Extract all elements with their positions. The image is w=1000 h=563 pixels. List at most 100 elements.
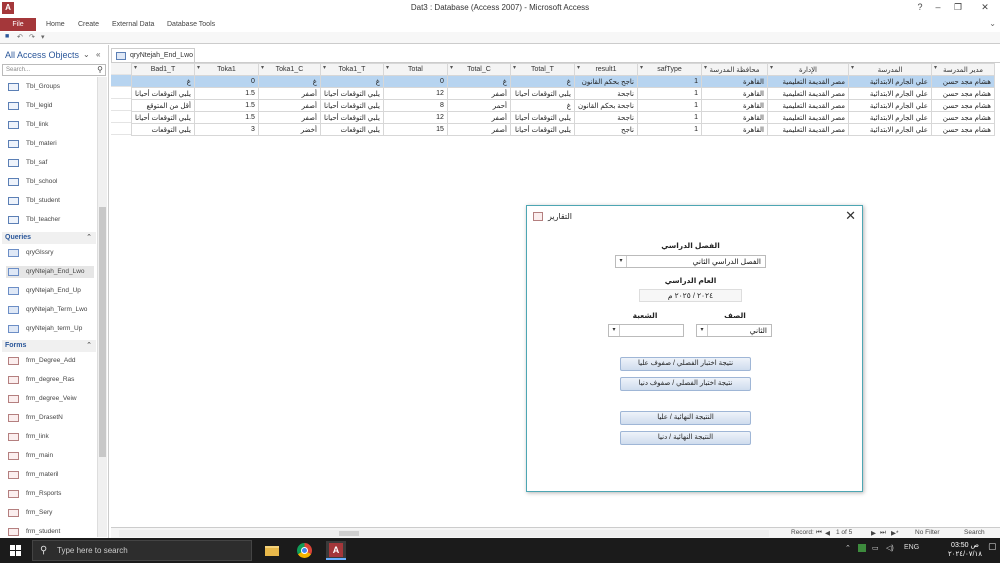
record-selector[interactable] <box>111 87 131 99</box>
customize-qat-icon[interactable]: ▾ <box>41 33 45 41</box>
horizontal-scrollbar[interactable] <box>119 530 769 537</box>
table-cell[interactable]: يلبي التوقعات <box>131 123 195 136</box>
table-row[interactable]: هشام مجد حسن علي الجارم الابتدائية مصر الق… <box>131 111 995 124</box>
table-cell[interactable]: مصر القديمة التعليمية <box>766 75 849 88</box>
record-selector[interactable] <box>111 75 131 87</box>
table-cell[interactable]: 0 <box>193 75 259 88</box>
collapse-section-icon[interactable]: ⌃ <box>86 232 92 244</box>
record-selector[interactable] <box>111 111 131 123</box>
column-filter-icon[interactable]: ▾ <box>134 65 137 71</box>
term-result-upper-button[interactable]: نتيجة اختبار الفصلي / صفوف عليا <box>620 357 751 371</box>
save-icon[interactable]: ■ <box>5 33 9 40</box>
table-cell[interactable]: يلبي التوقعات أحيانا <box>319 87 384 100</box>
table-cell[interactable]: يلبي التوقعات أحيانا <box>509 123 575 136</box>
table-cell[interactable]: ناجحة بحكم القانون <box>573 99 638 112</box>
term-result-lower-button[interactable]: نتيجة اختبار الفصلي / صفوف دنيا <box>620 377 751 391</box>
table-cell[interactable]: مصر القديمة التعليمية <box>766 111 849 124</box>
column-header[interactable]: المدرسة ▾ <box>847 63 932 76</box>
nav-table-item[interactable]: Tbl_link <box>6 119 94 131</box>
input-language[interactable]: ENG <box>904 544 919 551</box>
access-taskbar-icon[interactable]: A <box>326 541 346 560</box>
table-cell[interactable]: 1.5 <box>193 111 259 124</box>
column-filter-icon[interactable]: ▾ <box>197 65 200 71</box>
table-row[interactable]: هشام مجد حسن علي الجارم الابتدائية مصر الق… <box>131 123 995 136</box>
network-icon[interactable]: ▭ <box>872 544 879 552</box>
table-cell[interactable]: أصفر <box>257 87 321 100</box>
table-cell[interactable]: يلبي التوقعات أحيانا <box>131 87 195 100</box>
table-cell[interactable]: علي الجارم الابتدائية <box>847 123 932 136</box>
nav-query-item-active[interactable]: qryNtejah_End_Lwo <box>6 266 94 278</box>
column-header[interactable]: Toka1_T ▾ <box>319 63 384 76</box>
table-cell[interactable]: هشام مجد حسن <box>930 123 995 136</box>
table-cell[interactable]: أقل من المتوقع <box>131 99 195 112</box>
column-header[interactable]: Total_T ▾ <box>509 63 575 76</box>
nav-pane-header[interactable]: All Access Objects ⌄ « <box>0 47 109 63</box>
column-header[interactable]: Toka1 ▾ <box>193 63 259 76</box>
table-cell[interactable]: أصفر <box>257 111 321 124</box>
restore-button[interactable]: ❐ <box>948 2 968 13</box>
term-combobox[interactable]: الفصل الدراسي الثاني ▾ <box>615 255 766 268</box>
nav-form-item[interactable]: frm_degree_Veiw <box>6 393 94 405</box>
table-cell[interactable]: يلبي التوقعات أحيانا <box>509 87 575 100</box>
nav-pane-menu-icon[interactable]: ⌄ <box>83 47 90 63</box>
file-explorer-icon[interactable] <box>262 541 282 560</box>
table-cell[interactable]: أحمر <box>446 99 511 112</box>
nav-form-item[interactable]: frm_link <box>6 431 94 443</box>
table-cell[interactable]: ناجح بحكم القانون <box>573 75 638 88</box>
volume-icon[interactable]: ◁) <box>886 544 894 552</box>
tray-app-icon[interactable] <box>858 544 866 552</box>
table-cell[interactable]: علي الجارم الابتدائية <box>847 111 932 124</box>
table-cell[interactable]: غ <box>319 75 384 88</box>
table-cell[interactable]: ناجح <box>573 123 638 136</box>
column-header[interactable]: safType ▾ <box>636 63 702 76</box>
close-window-button[interactable]: ✕ <box>975 2 995 13</box>
table-cell[interactable]: 0 <box>382 75 448 88</box>
nav-form-item[interactable]: frm_Degree_Add <box>6 355 94 367</box>
column-header[interactable]: Total_C ▾ <box>446 63 511 76</box>
column-filter-icon[interactable]: ▾ <box>323 65 326 71</box>
table-cell[interactable]: 1 <box>636 87 702 100</box>
table-cell[interactable]: أصفر <box>257 99 321 112</box>
table-row[interactable]: هشام مجد حسن علي الجارم الابتدائية مصر الق… <box>131 99 995 112</box>
table-cell[interactable]: علي الجارم الابتدائية <box>847 75 932 88</box>
nav-query-item[interactable]: qryNtejah_term_Up <box>6 323 94 335</box>
table-cell[interactable]: القاهرة <box>700 87 768 100</box>
table-cell[interactable]: يلبي التوقعات أحيانا <box>319 111 384 124</box>
notifications-icon[interactable]: ▢ <box>988 541 997 552</box>
prev-record-icon[interactable]: ◀ <box>825 529 830 537</box>
table-cell[interactable]: أخضر <box>257 123 321 136</box>
table-cell[interactable]: هشام مجد حسن <box>930 75 995 88</box>
column-filter-icon[interactable]: ▾ <box>513 65 516 71</box>
table-cell[interactable]: 1.5 <box>193 87 259 100</box>
column-filter-icon[interactable]: ▾ <box>770 65 773 71</box>
chevron-down-icon[interactable]: ▾ <box>616 256 627 267</box>
ribbon-collapse-icon[interactable]: ⌄ <box>989 19 996 28</box>
final-result-upper-button[interactable]: النتيجة النهائية / عليا <box>620 411 751 425</box>
last-record-icon[interactable]: ⏭ <box>880 529 886 537</box>
table-cell[interactable]: ناجحة <box>573 87 638 100</box>
chevron-down-icon[interactable]: ▾ <box>697 325 708 336</box>
nav-form-item[interactable]: frm_Sery <box>6 507 94 519</box>
redo-icon[interactable]: ↷ <box>29 33 35 41</box>
nav-form-item[interactable]: frm_DrasetN <box>6 412 94 424</box>
select-all-cell[interactable] <box>111 63 131 75</box>
nav-section-forms[interactable]: Forms ⌃ <box>2 340 96 352</box>
nav-form-item[interactable]: frm_main <box>6 450 94 462</box>
table-cell[interactable]: 15 <box>382 123 448 136</box>
table-cell[interactable]: غ <box>509 99 575 112</box>
table-cell[interactable]: غ <box>446 75 511 88</box>
next-record-icon[interactable]: ▶ <box>871 529 876 537</box>
column-header[interactable]: Total ▾ <box>382 63 448 76</box>
table-cell[interactable]: 12 <box>382 111 448 124</box>
nav-scrollbar-thumb[interactable] <box>99 207 106 457</box>
nav-query-item[interactable]: qryNtejah_End_Up <box>6 285 94 297</box>
system-clock[interactable]: 03:50 ص ٢٠٢٤/٠٧/١٨ <box>948 541 982 559</box>
table-row[interactable]: هشام مجد حسن علي الجارم الابتدائية مصر الق… <box>131 75 995 88</box>
table-cell[interactable]: 1 <box>636 75 702 88</box>
table-row[interactable]: هشام مجد حسن علي الجارم الابتدائية مصر الق… <box>131 87 995 100</box>
column-filter-icon[interactable]: ▾ <box>261 65 264 71</box>
table-cell[interactable]: أصفر <box>446 87 511 100</box>
column-header[interactable]: Bad1_T ▾ <box>131 63 195 76</box>
table-cell[interactable]: 8 <box>382 99 448 112</box>
table-cell[interactable]: هشام مجد حسن <box>930 111 995 124</box>
